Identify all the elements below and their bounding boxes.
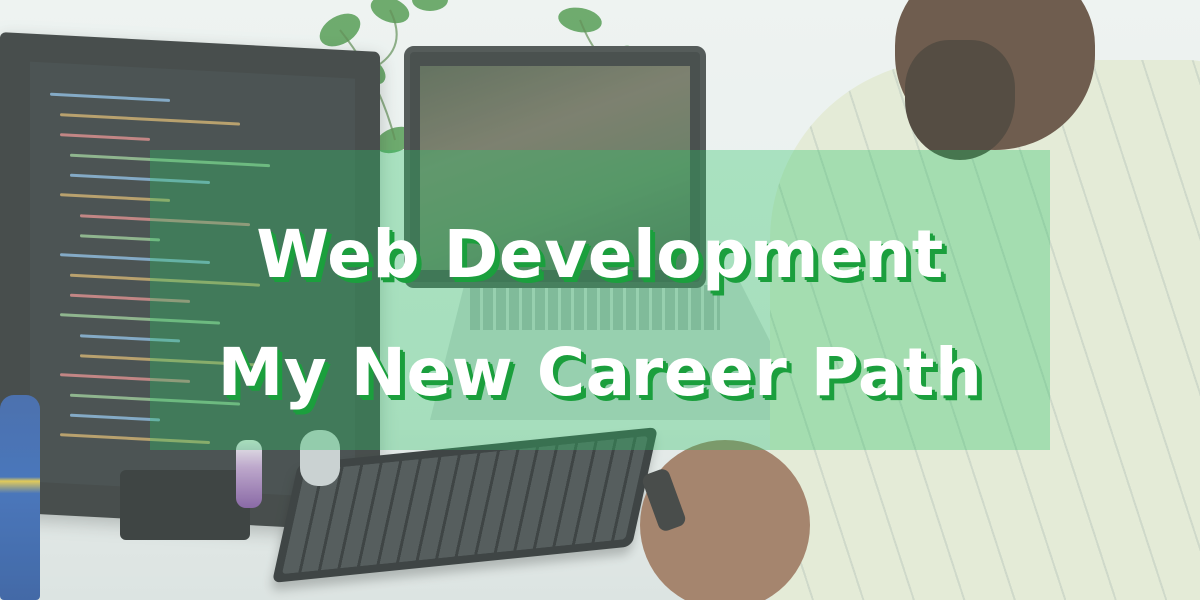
toy-figure-middle <box>236 440 262 508</box>
hero-banner: Web Development My New Career Path <box>0 0 1200 600</box>
person-beard <box>905 40 1015 160</box>
headline-line-1: Web Development <box>256 216 944 293</box>
monitor-stand <box>120 470 250 540</box>
headline-line-2: My New Career Path <box>217 334 983 411</box>
headline: Web Development My New Career Path <box>0 196 1200 432</box>
